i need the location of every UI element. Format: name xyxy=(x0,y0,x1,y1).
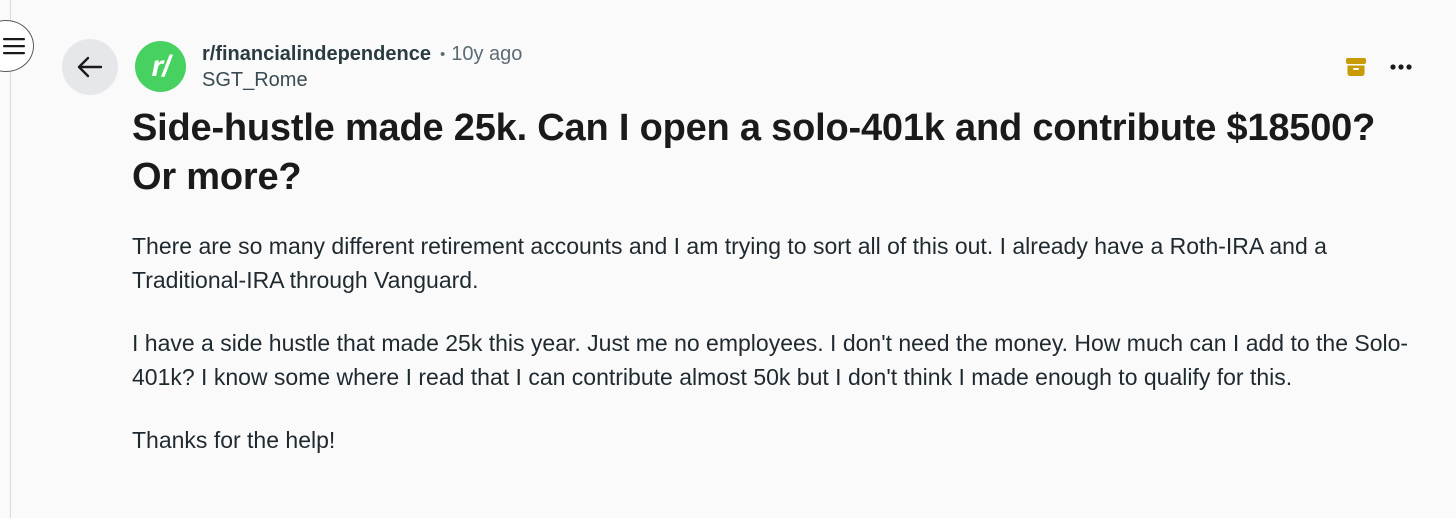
post-meta: r/financialindependence • 10y ago xyxy=(202,41,522,67)
more-options-icon xyxy=(1390,64,1412,70)
back-button[interactable] xyxy=(62,39,118,95)
menu-button[interactable] xyxy=(0,20,34,72)
archived-indicator xyxy=(1343,54,1369,80)
author-link[interactable]: SGT_Rome xyxy=(202,69,308,92)
post-age: 10y ago xyxy=(451,42,523,65)
meta-separator: • xyxy=(439,45,446,63)
more-options-button[interactable] xyxy=(1384,52,1418,82)
post-title: Side-hustle made 25k. Can I open a solo-… xyxy=(132,107,1376,198)
post-body: There are so many different retirement a… xyxy=(132,229,1432,486)
hamburger-menu-icon xyxy=(3,38,25,55)
subreddit-avatar-text: r/ xyxy=(151,49,170,83)
post-paragraph: Thanks for the help! xyxy=(132,427,336,453)
subreddit-link[interactable]: r/financialindependence xyxy=(202,43,431,66)
left-rail-divider xyxy=(10,0,11,518)
post-paragraph: I have a side hustle that made 25k this … xyxy=(132,330,1409,390)
subreddit-avatar[interactable]: r/ xyxy=(135,41,186,92)
arrow-left-icon xyxy=(77,56,103,78)
archive-box-icon xyxy=(1346,58,1366,76)
post-paragraph: There are so many different retirement a… xyxy=(132,233,1327,293)
